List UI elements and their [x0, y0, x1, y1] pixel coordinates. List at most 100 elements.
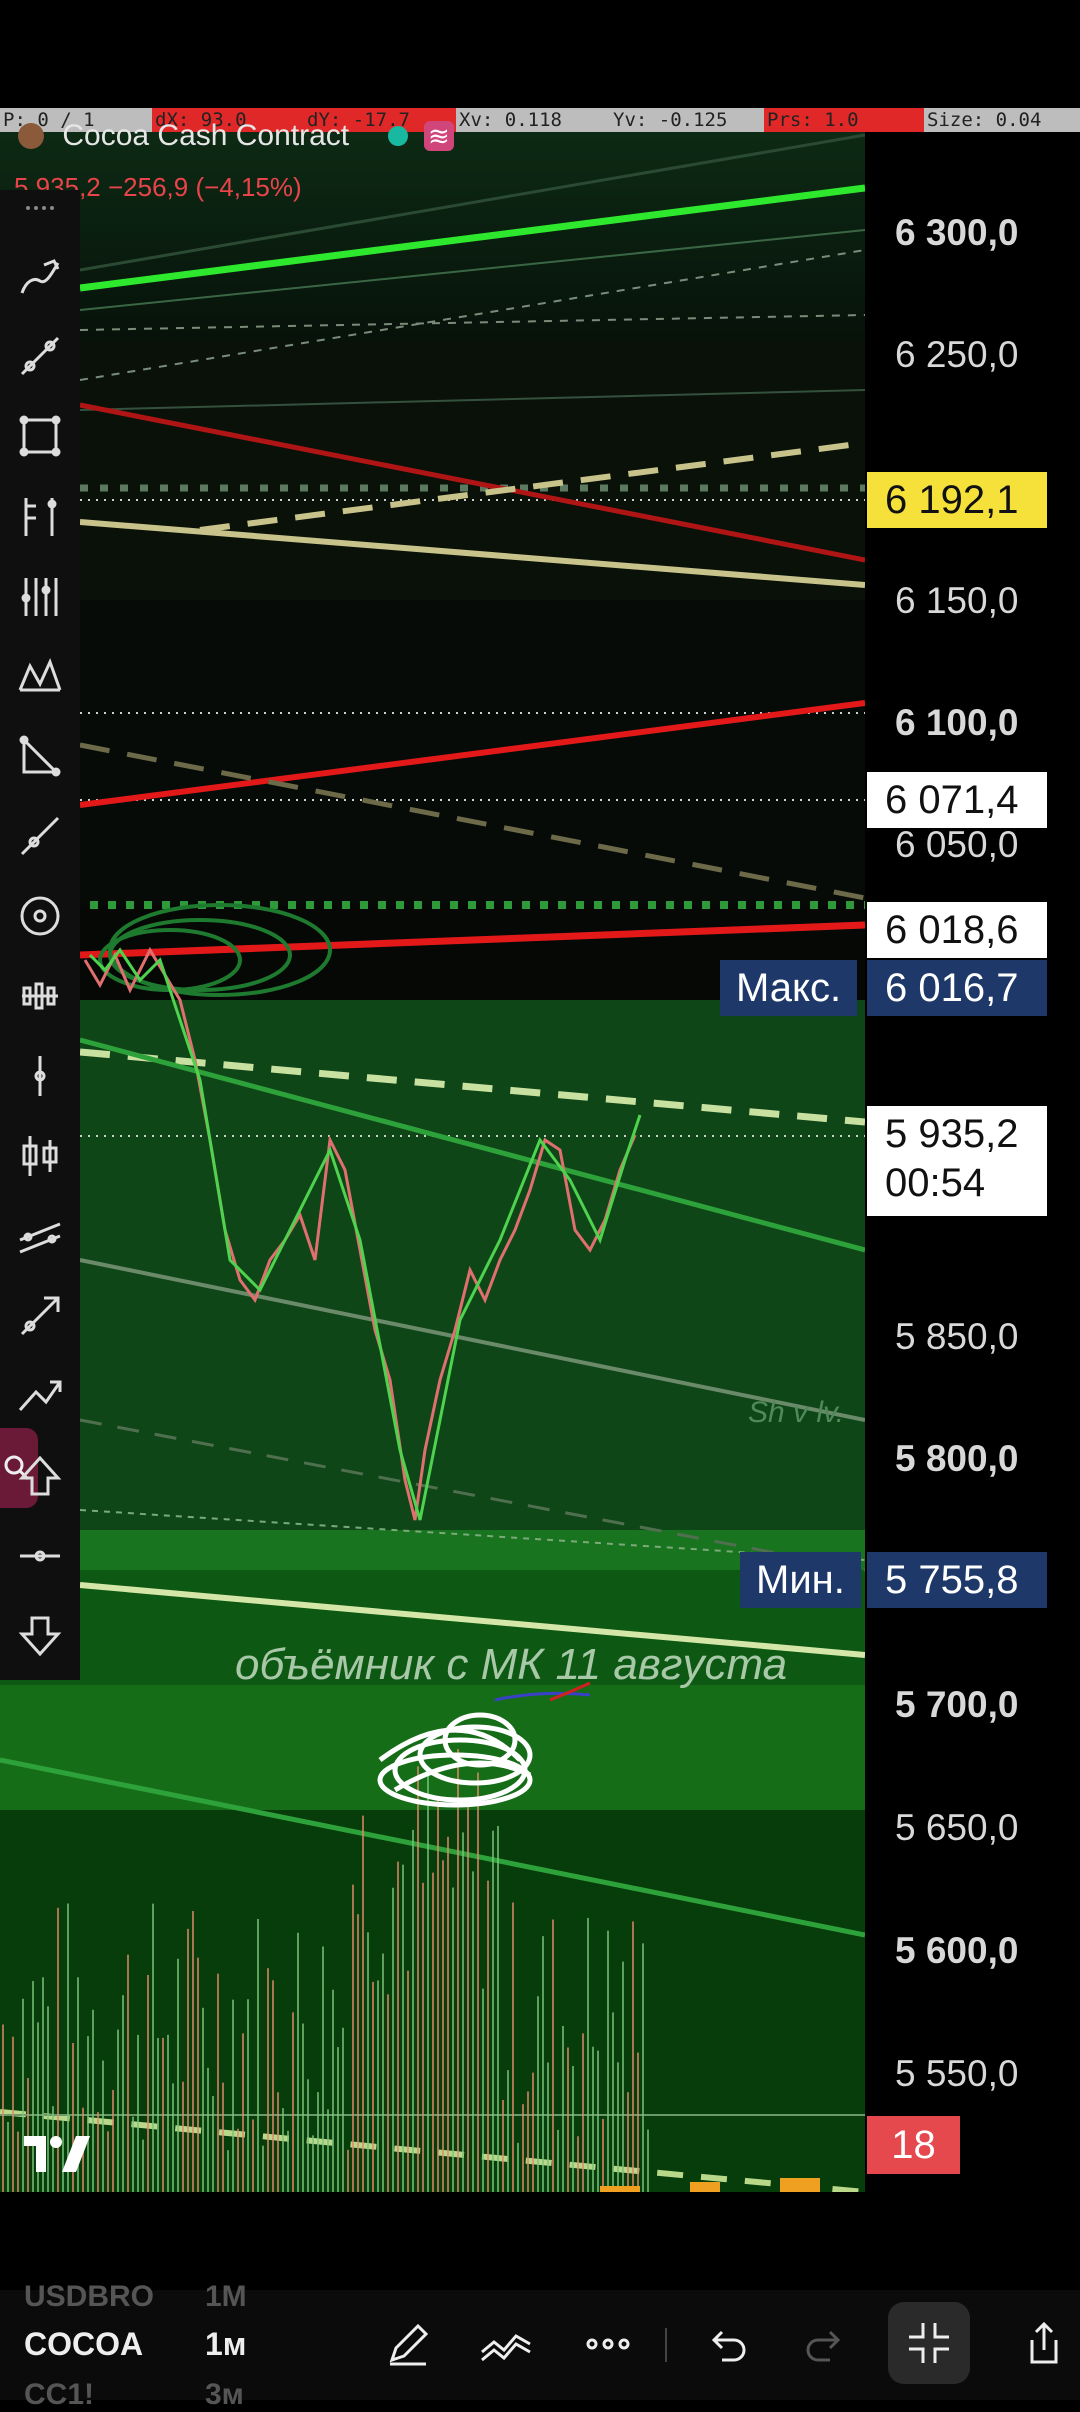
chart-title-row[interactable]: Cocoa Cash Contract ≋: [18, 118, 454, 153]
symbol-selector[interactable]: COCOA: [24, 2326, 143, 2363]
vertical-line-icon[interactable]: [8, 1044, 72, 1108]
projection-icon[interactable]: [8, 1364, 72, 1428]
current-price-tag: 5 935,2 00:54: [867, 1106, 1047, 1216]
candles-icon[interactable]: [8, 964, 72, 1028]
volume-bar: [617, 2062, 619, 2192]
volume-bar: [17, 2131, 19, 2192]
volume-bar: [502, 2099, 504, 2192]
volume-bar: [102, 2060, 104, 2192]
volume-bar: [212, 2096, 214, 2192]
indicators-icon[interactable]: [478, 2318, 534, 2370]
ray-icon[interactable]: [8, 804, 72, 868]
parallel-channel-icon[interactable]: [8, 1204, 72, 1268]
status-segment: Xv: 0.118: [456, 108, 610, 132]
price-tick: 5 700,0: [895, 1684, 1019, 1725]
volume-bar: [442, 1860, 444, 2192]
circle-icon[interactable]: [8, 884, 72, 948]
volume-bar: [297, 1932, 299, 2192]
volume-bar: [217, 1973, 219, 2192]
triangle-icon[interactable]: [8, 724, 72, 788]
price-tick: 6 100,0: [895, 702, 1019, 743]
volume-annotation: объёмник с МК 11 августа: [235, 1640, 788, 1689]
volume-bar: [367, 1932, 369, 2192]
candlestick-icon[interactable]: [8, 1124, 72, 1188]
volume-bar: [482, 1988, 484, 2192]
volume-bar: [532, 2072, 534, 2192]
volume-bar: [132, 2116, 134, 2192]
volume-bar: [512, 1902, 514, 2192]
prev-interval[interactable]: 1M: [205, 2280, 247, 2314]
volume-bar: [507, 2070, 509, 2192]
xabcd-pattern-icon[interactable]: [8, 644, 72, 708]
volume-bar: [612, 2012, 614, 2192]
freehand-draw-icon[interactable]: [8, 245, 72, 309]
volume-bar: [457, 1749, 459, 2192]
price-tag-yellow: 6 192,1: [867, 472, 1047, 528]
volume-bar: [432, 1872, 434, 2192]
redo-icon[interactable]: [800, 2318, 852, 2370]
price-tick: 6 050,0: [895, 824, 1019, 865]
volume-bar: [232, 1999, 234, 2192]
volume-bar: [2, 2024, 4, 2192]
volume-bar: [467, 1806, 469, 2192]
price-tick: 5 550,0: [895, 2053, 1019, 2094]
volume-bar: [292, 2012, 294, 2192]
fib-icon[interactable]: [8, 564, 72, 628]
volume-bar: [597, 2050, 599, 2192]
undo-icon[interactable]: [700, 2318, 752, 2370]
bar-pattern-icon[interactable]: [8, 484, 72, 548]
horizontal-line-icon[interactable]: [8, 1524, 72, 1588]
tradingview-logo: [22, 2132, 92, 2181]
volume-bar: [152, 1903, 154, 2192]
trendline-icon[interactable]: [8, 324, 72, 388]
arrow-icon[interactable]: [8, 1284, 72, 1348]
fullscreen-button[interactable]: [888, 2302, 970, 2384]
price-tick: 6 250,0: [895, 334, 1019, 375]
rectangle-icon[interactable]: [8, 404, 72, 468]
chart-canvas[interactable]: объёмник с МК 11 августа Sh v lv.: [0, 132, 865, 2192]
pencil-icon[interactable]: [382, 2318, 434, 2370]
status-segment: Yv: -0.125: [610, 108, 764, 132]
drawing-toolbar: [0, 190, 80, 1680]
volume-bar: [417, 1766, 419, 2192]
volume-bar: [487, 1880, 489, 2192]
max-price-tag: 6 016,7: [867, 960, 1047, 1016]
volume-bar: [577, 2136, 579, 2192]
volume-bar: [277, 2092, 279, 2192]
volume-bar: [342, 2027, 344, 2192]
volume-bar: [402, 1864, 404, 2192]
volume-bar: [177, 1958, 179, 2192]
volume-bar: [312, 2135, 314, 2192]
volume-bar: [562, 2025, 564, 2192]
volume-bar: [382, 1953, 384, 2192]
volume-bar: [207, 2067, 209, 2192]
volume-bar: [187, 1928, 189, 2192]
arrow-up-icon[interactable]: [8, 1444, 72, 1508]
volume-bar: [112, 2089, 114, 2192]
volume-bar: [552, 1919, 554, 2192]
volume-bar: [627, 2092, 629, 2192]
volume-bar: [7, 2121, 9, 2192]
prev-symbol[interactable]: USDBRO: [24, 2280, 154, 2314]
share-icon[interactable]: [1018, 2318, 1070, 2370]
toolbar-grip-icon[interactable]: [24, 200, 54, 220]
chart-title: Cocoa Cash Contract: [62, 119, 350, 153]
more-icon[interactable]: [582, 2318, 634, 2370]
volume-bar: [522, 2104, 524, 2192]
volume-bar: [472, 1871, 474, 2192]
arrow-down-icon[interactable]: [8, 1604, 72, 1668]
volume-bar: [387, 1994, 389, 2192]
volume-bar: [337, 2047, 339, 2192]
next-symbol[interactable]: CC1!: [24, 2378, 94, 2412]
price-scale[interactable]: 6 300,0 6 250,0 6 150,0 6 100,0 6 050,0 …: [865, 132, 1080, 2192]
volume-bar: [302, 2023, 304, 2192]
volume-bar: [462, 1832, 464, 2192]
volume-bar: [282, 2108, 284, 2192]
volume-bar: [267, 1968, 269, 2192]
volume-bar: [452, 1887, 454, 2192]
next-interval[interactable]: 3м: [205, 2378, 244, 2412]
interval-selector[interactable]: 1м: [205, 2326, 246, 2363]
volume-bar: [602, 2118, 604, 2192]
volume-bar: [407, 1970, 409, 2192]
volume-bar: [642, 1943, 644, 2192]
